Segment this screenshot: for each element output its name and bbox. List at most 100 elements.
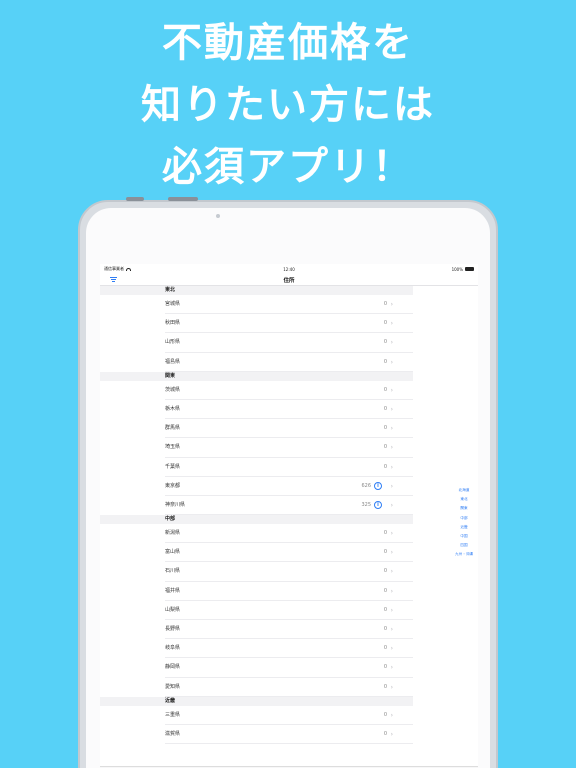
- list-item[interactable]: 埼玉県 0 ›: [100, 438, 413, 458]
- info-icon[interactable]: i: [374, 482, 382, 491]
- list-item[interactable]: 神奈川県 325 i ›: [100, 496, 413, 516]
- list-item[interactable]: 東京都 626 i ›: [100, 477, 413, 497]
- listing-count: 0: [383, 606, 387, 613]
- listing-count: 0: [383, 587, 387, 594]
- chevron-right-icon: ›: [390, 482, 393, 490]
- camera-icon: [216, 214, 220, 218]
- listing-count: 0: [383, 405, 387, 412]
- chevron-right-icon: ›: [390, 530, 393, 538]
- section-header: 関東: [100, 371, 413, 381]
- list-item[interactable]: 茨城県 0 ›: [100, 381, 413, 401]
- prefecture-label: 長野県: [165, 626, 181, 632]
- section-index-item[interactable]: 中部: [452, 514, 476, 523]
- prefecture-label: 山梨県: [165, 606, 181, 613]
- prefecture-label: 神奈川県: [165, 501, 186, 508]
- chevron-right-icon: ›: [390, 587, 393, 595]
- battery-label: 100%: [451, 266, 463, 272]
- list-item[interactable]: 岐阜県 0 ›: [100, 639, 413, 659]
- list-item[interactable]: 愛知県 0 ›: [100, 678, 413, 697]
- chevron-right-icon: ›: [390, 549, 393, 557]
- prefecture-label: 福島県: [165, 358, 181, 365]
- chevron-right-icon: ›: [390, 386, 393, 394]
- list-item[interactable]: 山梨県 0 ›: [100, 601, 413, 621]
- chevron-right-icon: ›: [390, 730, 393, 738]
- listing-count: 0: [383, 530, 387, 537]
- prefecture-list[interactable]: 東北 宮城県 0 › 秋田県 0 › 山形県 0 › 福島県 0 › 関東 茨城県 0 › 栃木県 0 › 群馬県 0 › 埼…: [100, 286, 478, 745]
- section-index-item[interactable]: 九州・沖縄: [452, 550, 476, 559]
- section-header: 近畿: [100, 696, 413, 706]
- navigation-bar: 住所: [100, 274, 478, 286]
- chevron-right-icon: ›: [390, 425, 393, 433]
- page-title: 住所: [283, 277, 295, 284]
- prefecture-label: 富山県: [165, 549, 181, 556]
- prefecture-label: 新潟県: [165, 530, 181, 537]
- ipad-frame: 通信事業者 12:40 100% 住所 東北 宮城県 0 › 秋田県 0 › 山形県 0 › 福島県…: [78, 197, 498, 768]
- listing-count: 0: [383, 711, 387, 718]
- listing-count: 0: [383, 320, 387, 327]
- prefecture-label: 愛知県: [165, 683, 181, 690]
- chevron-right-icon: ›: [390, 645, 393, 653]
- filter-icon[interactable]: [110, 277, 117, 283]
- list-item[interactable]: 栃木県 0 ›: [100, 400, 413, 420]
- listing-count: 0: [383, 626, 387, 632]
- battery-icon: [465, 267, 474, 271]
- section-index-item[interactable]: 北海道: [452, 486, 476, 495]
- list-item[interactable]: 福井県 0 ›: [100, 582, 413, 602]
- prefecture-label: 福井県: [165, 587, 181, 594]
- list-item[interactable]: 三重県 0 ›: [100, 706, 413, 726]
- section-index[interactable]: 北海道 東北 関東 中部 近畿 中国 四国 九州・沖縄: [452, 486, 476, 560]
- prefecture-label: 千葉県: [165, 463, 181, 470]
- section-index-item[interactable]: 関東: [452, 504, 476, 513]
- app-screen: 通信事業者 12:40 100% 住所 東北 宮城県 0 › 秋田県 0 › 山形県 0 › 福島県…: [100, 264, 478, 768]
- listing-count: 626: [361, 482, 371, 489]
- headline-line-2: 知りたい方には: [141, 82, 435, 128]
- list-item[interactable]: 静岡県 0 ›: [100, 658, 413, 678]
- section-index-item[interactable]: 東北: [452, 495, 476, 504]
- prefecture-label: 岐阜県: [165, 645, 181, 652]
- prefecture-label: 茨城県: [165, 386, 181, 393]
- listing-count: 0: [383, 549, 387, 556]
- list-item[interactable]: 福島県 0 ›: [100, 353, 413, 372]
- listing-count: 0: [383, 358, 387, 365]
- chevron-right-icon: ›: [390, 664, 393, 672]
- listing-count: 0: [383, 730, 387, 737]
- section-index-item[interactable]: 近畿: [452, 523, 476, 532]
- chevron-right-icon: ›: [390, 683, 393, 691]
- chevron-right-icon: ›: [390, 301, 393, 308]
- listing-count: 0: [383, 301, 387, 307]
- chevron-right-icon: ›: [390, 711, 393, 719]
- list-item[interactable]: 山形県 0 ›: [100, 333, 413, 353]
- chevron-right-icon: ›: [390, 463, 393, 471]
- chevron-right-icon: ›: [390, 568, 393, 576]
- listing-count: 325: [361, 501, 371, 508]
- section-header: 東北: [100, 286, 413, 295]
- list-item[interactable]: 新潟県 0 ›: [100, 524, 413, 544]
- list-item[interactable]: 千葉県 0 ›: [100, 458, 413, 477]
- chevron-right-icon: ›: [390, 501, 393, 509]
- status-bar: 通信事業者 12:40 100%: [100, 264, 478, 274]
- section-index-item[interactable]: 四国: [452, 541, 476, 550]
- info-icon[interactable]: i: [374, 501, 382, 510]
- list-item[interactable]: 滋賀県 0 ›: [100, 725, 413, 745]
- power-button: [168, 197, 198, 201]
- list-item[interactable]: 宮城県 0 ›: [100, 295, 413, 315]
- status-time: 12:40: [283, 266, 295, 272]
- chevron-right-icon: ›: [390, 320, 393, 328]
- prefecture-label: 石川県: [165, 568, 181, 575]
- headline-line-1: 不動産価格を: [162, 20, 414, 66]
- section-header: 中部: [100, 515, 413, 525]
- prefecture-label: 滋賀県: [165, 730, 181, 737]
- wifi-icon: [126, 267, 131, 271]
- list-item[interactable]: 長野県 0 ›: [100, 620, 413, 640]
- list-item[interactable]: 群馬県 0 ›: [100, 419, 413, 439]
- promo-headline: 不動産価格を 知りたい方には 必須アプリ！: [0, 14, 576, 196]
- section-index-item[interactable]: 中国: [452, 532, 476, 541]
- chevron-right-icon: ›: [390, 606, 393, 614]
- prefecture-label: 三重県: [165, 711, 181, 718]
- listing-count: 0: [383, 444, 387, 451]
- carrier-label: 通信事業者: [104, 266, 124, 271]
- list-item[interactable]: 富山県 0 ›: [100, 543, 413, 563]
- prefecture-label: 東京都: [165, 482, 181, 489]
- list-item[interactable]: 秋田県 0 ›: [100, 314, 413, 334]
- list-item[interactable]: 石川県 0 ›: [100, 562, 413, 582]
